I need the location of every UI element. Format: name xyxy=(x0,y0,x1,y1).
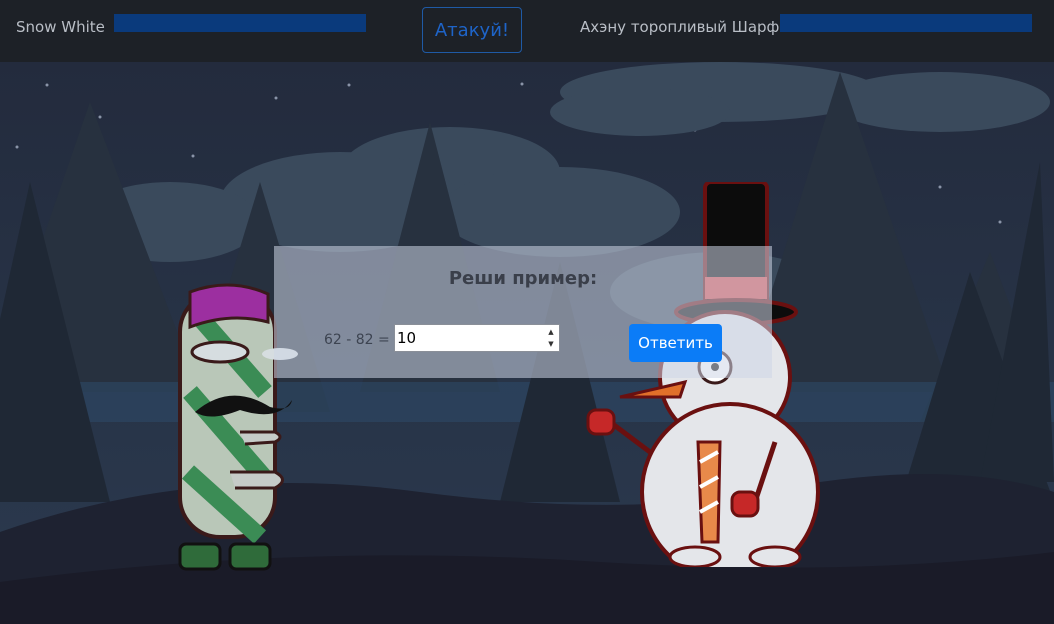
number-spinner[interactable]: ▲ ▼ xyxy=(544,326,558,350)
enemy-health-fill xyxy=(780,14,1032,32)
math-question-dialog: Реши пример: 62 - 82 = ▲ ▼ Ответить xyxy=(274,246,772,378)
attack-button[interactable]: Атакуй! xyxy=(422,7,522,53)
player-health-bar xyxy=(114,14,366,32)
player-health-fill xyxy=(114,14,366,32)
spinner-up-icon[interactable]: ▲ xyxy=(544,326,558,338)
enemy-health-bar xyxy=(780,14,1032,32)
math-expression: 62 - 82 = xyxy=(324,332,390,348)
submit-answer-button[interactable]: Ответить xyxy=(629,324,722,362)
enemy-name: Ахэну торопливый Шарф xyxy=(580,18,780,36)
spinner-down-icon[interactable]: ▼ xyxy=(544,338,558,350)
player-name: Snow White xyxy=(16,18,105,36)
dialog-title: Реши пример: xyxy=(448,268,598,289)
top-bar: Snow White Атакуй! Ахэну торопливый Шарф xyxy=(0,0,1054,62)
answer-input[interactable] xyxy=(394,324,560,352)
